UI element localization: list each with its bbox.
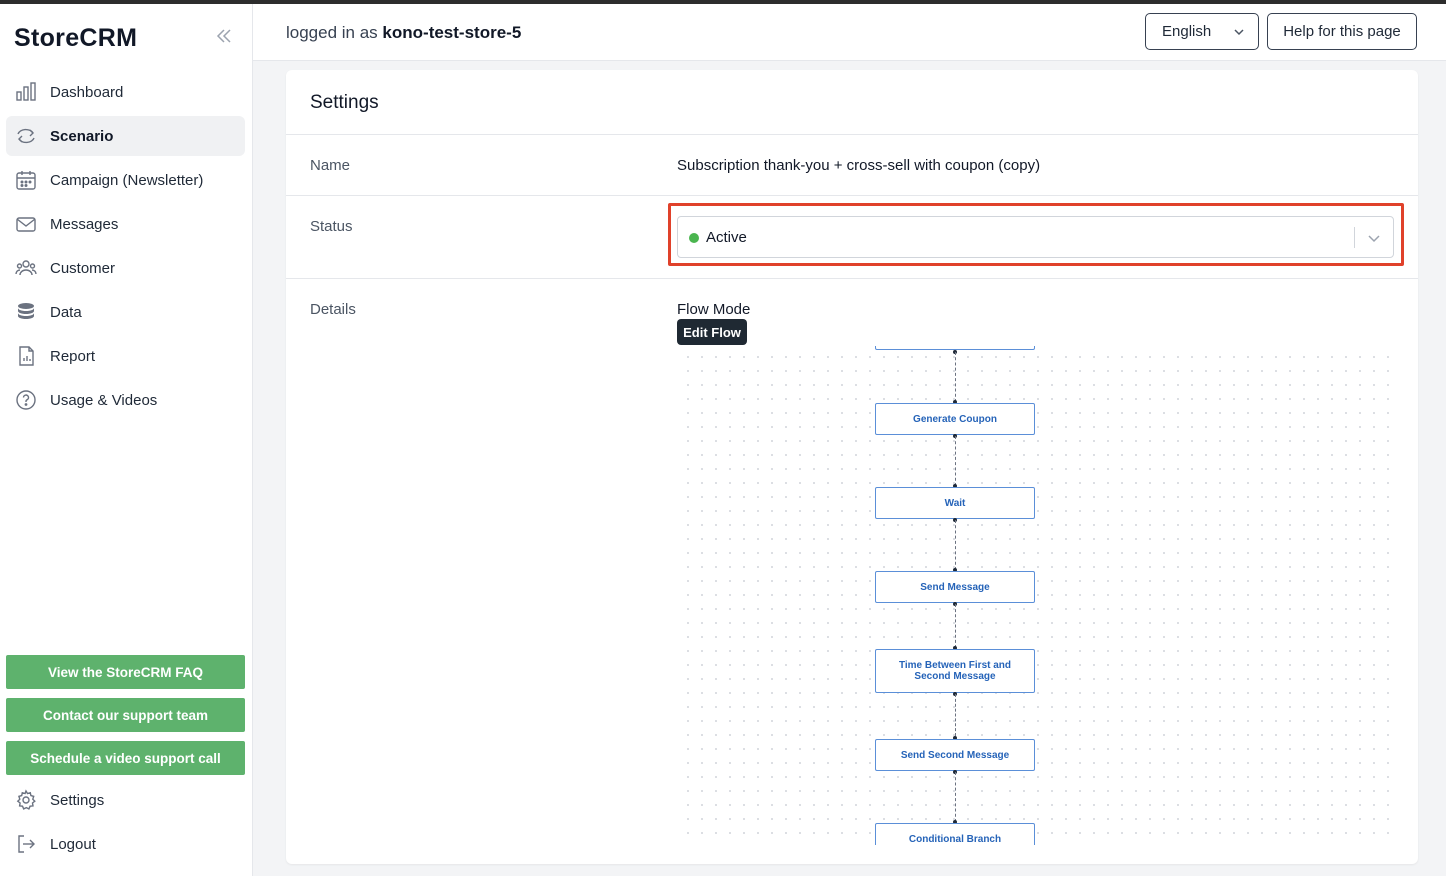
mail-icon [15,213,37,235]
sidebar-item-messages[interactable]: Messages [6,204,245,244]
logged-in-prefix: logged in as [286,23,378,42]
flow-mode-label: Flow Mode [677,301,751,318]
language-select[interactable]: English [1145,13,1259,50]
flow-node-time-between-messages[interactable]: Time Between First and Second Message [875,649,1035,693]
sidebar-item-label: Campaign (Newsletter) [50,171,204,189]
language-value: English [1162,23,1212,40]
bar-chart-icon [15,81,37,103]
logged-in-indicator: logged in as kono-test-store-5 [286,23,521,43]
flow-connector-line [955,436,956,486]
sidebar-nav: Dashboard Scenario Campaign (Newsletter)… [6,72,245,424]
users-icon [15,257,37,279]
sidebar-item-label: Customer [50,259,116,277]
logout-icon [15,833,37,855]
refresh-icon [15,125,37,147]
top-header: logged in as kono-test-store-5 English H… [253,4,1446,61]
flow-node-send-second-message[interactable]: Send Second Message [875,739,1035,771]
sidebar-item-label: Logout [50,835,96,853]
sidebar-item-label: Messages [50,215,119,233]
database-icon [15,301,37,323]
flow-node-send-message[interactable]: Send Message [875,571,1035,603]
sidebar-item-campaign[interactable]: Campaign (Newsletter) [6,160,245,200]
view-faq-button[interactable]: View the StoreCRM FAQ [6,655,245,689]
report-icon [15,345,37,367]
flow-connector-line [955,604,956,648]
status-value: Active [706,229,747,246]
sidebar-item-customer[interactable]: Customer [6,248,245,288]
chevron-down-icon [1232,25,1246,39]
help-button[interactable]: Help for this page [1267,13,1417,50]
scenario-name-value: Subscription thank-you + cross-sell with… [677,157,1041,174]
select-separator [1354,227,1355,248]
settings-card: Settings Name Subscription thank-you + c… [286,70,1418,864]
flow-canvas[interactable]: Generate Coupon Wait Send Message Time B… [677,346,1392,845]
calendar-icon [15,169,37,191]
sidebar-bottom-nav: Settings Logout [6,780,245,868]
status-label: Status [310,218,353,235]
name-label: Name [310,157,351,174]
sidebar-item-scenario[interactable]: Scenario [6,116,245,156]
flow-connector-line [955,520,956,570]
sidebar-item-label: Report [50,347,96,365]
divider [286,195,1418,196]
sidebar-item-label: Data [50,303,82,321]
edit-flow-button[interactable]: Edit Flow [677,319,747,345]
divider [286,278,1418,279]
status-active-dot [689,233,699,243]
sidebar-item-usage-videos[interactable]: Usage & Videos [6,380,245,420]
contact-support-button[interactable]: Contact our support team [6,698,245,732]
sidebar-item-label: Usage & Videos [50,391,158,409]
sidebar-item-dashboard[interactable]: Dashboard [6,72,245,112]
collapse-sidebar-icon[interactable] [214,26,234,46]
schedule-video-call-button[interactable]: Schedule a video support call [6,741,245,775]
flow-connector-line [955,352,956,402]
flow-node-wait[interactable]: Wait [875,487,1035,519]
page-title: Settings [310,92,379,113]
status-select[interactable]: Active [677,216,1394,258]
flow-node-generate-coupon[interactable]: Generate Coupon [875,403,1035,435]
sidebar-item-label: Settings [50,791,105,809]
flow-connector-line [955,694,956,736]
sidebar-item-logout[interactable]: Logout [6,824,245,864]
flow-connector-line [955,772,956,822]
sidebar-item-report[interactable]: Report [6,336,245,376]
flow-node-conditional-branch[interactable]: Conditional Branch [875,823,1035,845]
brand-logo: StoreCRM [14,24,138,52]
sidebar-item-label: Scenario [50,127,114,145]
chevron-down-icon [1366,230,1382,246]
details-label: Details [310,301,356,318]
sidebar-item-label: Dashboard [50,83,124,101]
divider [286,134,1418,135]
store-name: kono-test-store-5 [382,23,522,42]
sidebar: StoreCRM Dashboard Scenario Campaign (Ne… [0,4,253,876]
sidebar-item-settings[interactable]: Settings [6,780,245,820]
question-icon [15,389,37,411]
sidebar-item-data[interactable]: Data [6,292,245,332]
gear-icon [15,789,37,811]
